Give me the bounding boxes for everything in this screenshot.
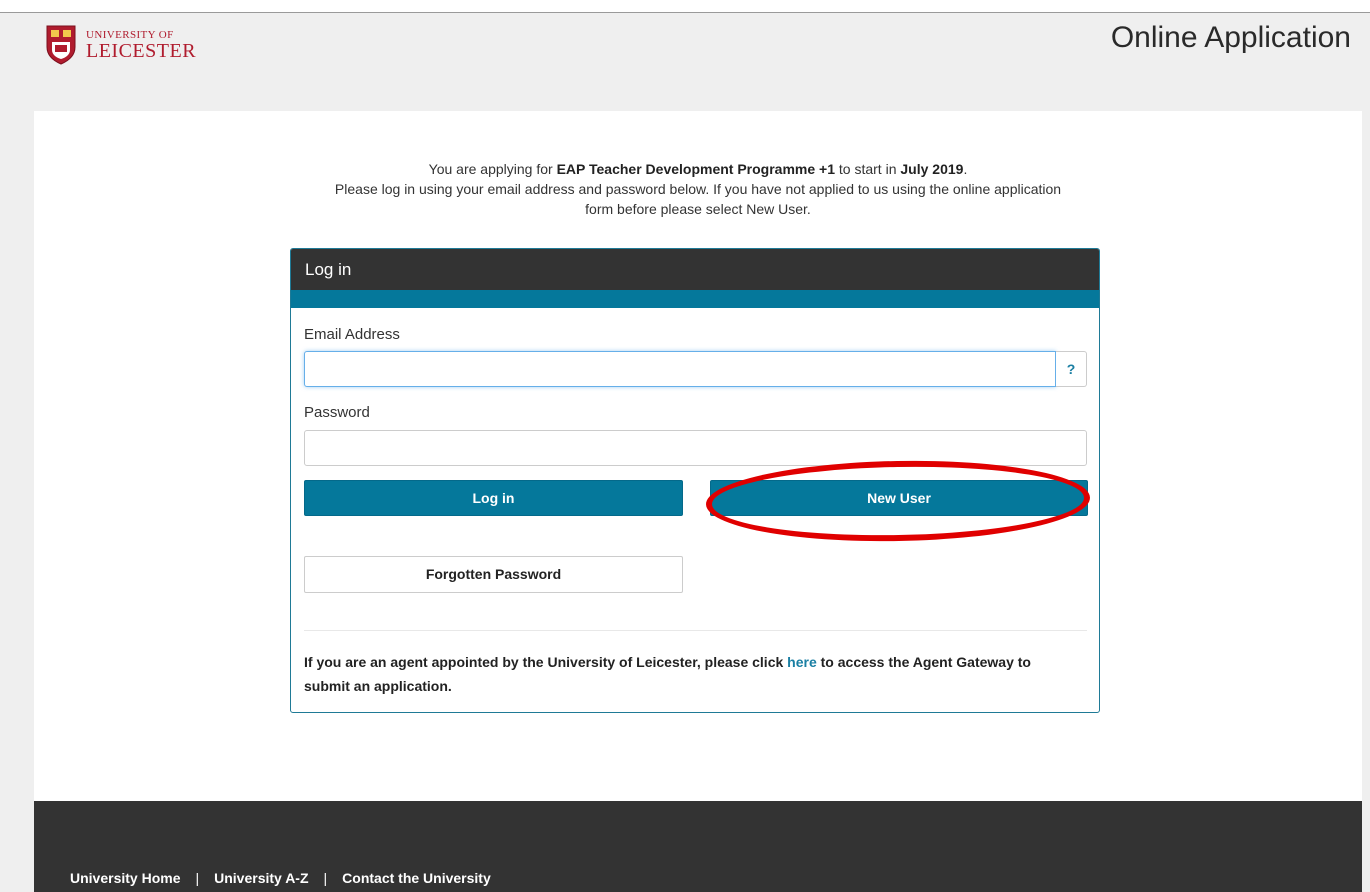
university-logo[interactable]: UNIVERSITY OF LEICESTER [46,25,196,65]
intro-line-3: form before please select New User. [585,201,811,217]
top-border [0,0,1370,13]
footer-link-university-home[interactable]: University Home [70,870,180,886]
footer-link-university-a-z[interactable]: University A-Z [214,870,308,886]
email-help-button[interactable]: ? [1056,351,1087,387]
intro-prefix: You are applying for [428,161,557,177]
password-field[interactable] [304,430,1087,466]
logo-wordmark: UNIVERSITY OF LEICESTER [86,28,197,62]
intro-text: You are applying for EAP Teacher Develop… [34,159,1362,219]
start-date: July 2019 [900,161,964,177]
logo-line-leicester: LEICESTER [86,39,197,62]
agent-notice: If you are an agent appointed by the Uni… [304,650,1064,698]
footer-separator: | [195,870,200,886]
login-panel: Log in Email Address ? Password Log in N… [290,248,1100,713]
new-user-button[interactable]: New User [710,480,1088,516]
main-content: You are applying for EAP Teacher Develop… [34,111,1362,801]
logo-line-university-of: UNIVERSITY OF [86,28,174,41]
programme-name: EAP Teacher Development Programme +1 [556,161,836,177]
intro-line-1: You are applying for EAP Teacher Develop… [34,159,1362,179]
password-label: Password [304,404,370,421]
intro-line-2: Please log in using your email address a… [334,181,1062,197]
footer-link-contact[interactable]: Contact the University [342,870,491,886]
forgotten-password-button[interactable]: Forgotten Password [304,556,683,593]
login-panel-band [291,290,1099,308]
email-label: Email Address [304,326,400,343]
panel-divider [304,630,1087,631]
intro-middle: to start in [835,161,901,177]
page-title: Online Application [1110,21,1351,54]
footer-separator: | [323,870,328,886]
login-panel-title: Log in [291,249,1099,290]
agent-prefix: If you are an agent appointed by the Uni… [304,654,788,670]
login-button[interactable]: Log in [304,480,683,516]
intro-suffix: . [963,161,968,177]
email-field[interactable] [304,351,1056,387]
agent-gateway-link[interactable]: here [787,654,817,670]
footer-links: University Home | University A-Z | Contact t… [70,870,491,886]
footer: University Home | University A-Z | Contact t… [34,801,1362,892]
university-crest-icon [46,25,76,65]
